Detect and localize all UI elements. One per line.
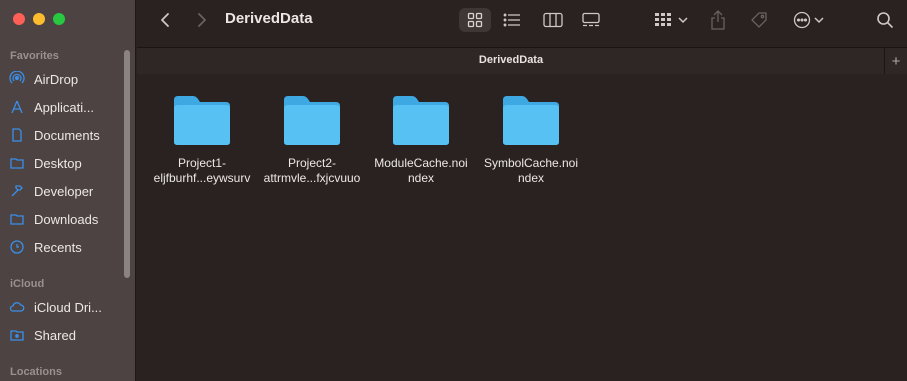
folder-icon: [500, 94, 562, 146]
icon-view-button[interactable]: [459, 8, 491, 32]
file-browser-content: Project1- eljfburhf...eywsurv Project2- …: [137, 74, 907, 381]
columns-icon: [543, 12, 563, 28]
search-button[interactable]: [874, 8, 896, 32]
sidebar-section-locations: Locations: [10, 366, 62, 378]
applications-icon: [8, 98, 26, 116]
folder-item[interactable]: SymbolCache.noi ndex: [481, 94, 581, 186]
folder-item[interactable]: Project2- attrmvle...fxjcvuuo: [262, 94, 362, 186]
sidebar-item-label: Shared: [34, 327, 76, 343]
clock-icon: [8, 238, 26, 256]
shared-folder-icon: [8, 326, 26, 344]
back-button[interactable]: [155, 8, 175, 32]
tags-button[interactable]: [747, 8, 771, 32]
folder-name-line2: attrmvle...fxjcvuuo: [263, 171, 361, 185]
chevron-left-icon: [161, 13, 169, 27]
sidebar-section-icloud: iCloud: [10, 278, 45, 290]
column-view-button[interactable]: [540, 8, 566, 32]
folder-name-line1: ModuleCache.noi: [374, 156, 468, 170]
grid-icon: [467, 12, 483, 28]
share-icon: [711, 10, 725, 30]
sidebar-scrollbar[interactable]: [124, 50, 130, 278]
hammer-icon: [8, 182, 26, 200]
folder-name: ModuleCache.noi ndex: [371, 156, 471, 186]
close-button[interactable]: [13, 13, 25, 25]
airdrop-icon: [8, 70, 26, 88]
sidebar-item-label: Desktop: [34, 155, 82, 171]
group-by-button[interactable]: [651, 8, 691, 32]
folder-icon: [281, 94, 343, 146]
ellipsis-circle-icon: [793, 11, 810, 29]
folder-icon: [390, 94, 452, 146]
desktop-icon: [8, 154, 26, 172]
share-button[interactable]: [707, 8, 729, 32]
sidebar-item-developer[interactable]: Developer: [8, 179, 126, 203]
window-controls: [13, 13, 65, 25]
sidebar-item-label: Applicati...: [34, 99, 94, 115]
sidebar-item-label: Downloads: [34, 211, 99, 227]
search-icon: [877, 12, 893, 28]
document-icon: [8, 126, 26, 144]
folder-name: Project2- attrmvle...fxjcvuuo: [262, 156, 362, 186]
sidebar-item-applications[interactable]: Applicati...: [8, 95, 126, 119]
sidebar-item-desktop[interactable]: Desktop: [8, 151, 126, 175]
sidebar-item-label: Developer: [34, 183, 94, 199]
sidebar-item-icloud-drive[interactable]: iCloud Dri...: [8, 295, 126, 319]
window-title: DerivedData: [225, 10, 313, 27]
finder-window: Favorites AirDrop Applicati... Documents…: [0, 0, 907, 381]
folder-name-line1: Project1-: [177, 156, 227, 170]
sidebar-item-shared[interactable]: Shared: [8, 323, 126, 347]
sidebar-section-favorites: Favorites: [10, 50, 59, 62]
folder-name: SymbolCache.noi ndex: [481, 156, 581, 186]
sidebar-item-label: AirDrop: [34, 71, 79, 87]
path-bar: DerivedData +: [137, 47, 907, 75]
sidebar-item-label: iCloud Dri...: [34, 299, 102, 315]
gallery-icon: [582, 12, 600, 27]
sidebar-item-label: Recents: [34, 239, 82, 255]
downloads-folder-icon: [8, 210, 26, 228]
sidebar-item-label: Documents: [34, 127, 100, 143]
folder-name-line1: Project2-: [287, 156, 337, 170]
folder-name-line1: SymbolCache.noi: [483, 156, 579, 170]
chevron-down-icon: [813, 17, 824, 24]
folder-item[interactable]: Project1- eljfburhf...eywsurv: [152, 94, 252, 186]
zoom-button[interactable]: [53, 13, 65, 25]
gallery-view-button[interactable]: [578, 8, 604, 32]
forward-button[interactable]: [192, 8, 212, 32]
new-tab-button[interactable]: +: [884, 48, 907, 74]
more-actions-button[interactable]: [788, 8, 828, 32]
chevron-right-icon: [198, 13, 206, 27]
folder-icon: [171, 94, 233, 146]
tag-icon: [751, 12, 767, 28]
sidebar: Favorites AirDrop Applicati... Documents…: [0, 0, 136, 381]
group-grid-icon: [654, 13, 671, 26]
path-bar-title: DerivedData: [478, 54, 544, 66]
list-icon: [503, 13, 520, 27]
folder-item[interactable]: ModuleCache.noi ndex: [371, 94, 471, 186]
toolbar: DerivedData: [137, 0, 907, 40]
sidebar-item-airdrop[interactable]: AirDrop: [8, 67, 126, 91]
sidebar-item-downloads[interactable]: Downloads: [8, 207, 126, 231]
list-view-button[interactable]: [499, 8, 525, 32]
cloud-icon: [8, 298, 26, 316]
folder-name-line2: ndex: [517, 171, 545, 185]
folder-name-line2: ndex: [407, 171, 435, 185]
chevron-down-icon: [677, 17, 688, 24]
minimize-button[interactable]: [33, 13, 45, 25]
folder-name: Project1- eljfburhf...eywsurv: [152, 156, 252, 186]
folder-name-line2: eljfburhf...eywsurv: [153, 171, 251, 185]
sidebar-item-recents[interactable]: Recents: [8, 235, 126, 259]
sidebar-item-documents[interactable]: Documents: [8, 123, 126, 147]
